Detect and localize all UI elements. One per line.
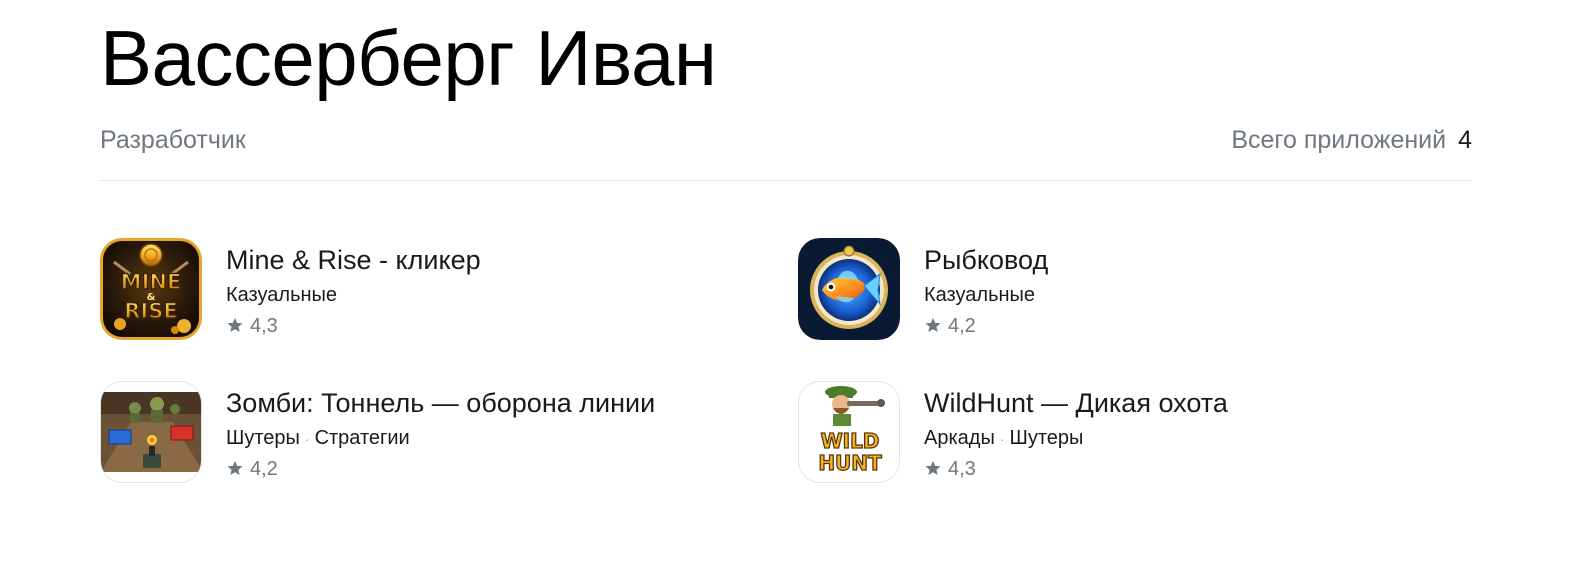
app-tags: Казуальные xyxy=(924,282,1035,308)
rating-value: 4,2 xyxy=(250,458,278,480)
wildhunt-icon-text-bottom: HUNT xyxy=(818,451,882,475)
tag-separator: · xyxy=(304,431,310,447)
total-apps: Всего приложений 4 xyxy=(1231,120,1472,160)
developer-meta: Разработчик Всего приложений 4 xyxy=(100,120,1472,160)
star-icon xyxy=(925,317,941,333)
app-tag: Шутеры xyxy=(226,427,300,449)
wildhunt-icon-text-top: WILD xyxy=(821,429,880,453)
tag-separator: · xyxy=(999,431,1005,447)
app-card-rybkovod[interactable]: Рыбковод Казуальные 4,2 xyxy=(798,238,1438,342)
mine-rise-icon-text-bottom: RISE xyxy=(124,299,177,323)
app-card-zombie-tunnel[interactable]: Зомби: Тоннель — оборона линии Шутеры · Ст… xyxy=(100,381,740,485)
star-icon xyxy=(925,460,941,476)
app-tag: Казуальные xyxy=(226,284,338,306)
app-tags: Казуальные xyxy=(226,282,337,308)
app-rating: 4,3 xyxy=(924,456,976,482)
app-rating: 4,3 xyxy=(226,313,278,339)
app-title: Рыбковод xyxy=(924,245,1049,275)
app-tag: Казуальные xyxy=(924,284,1036,306)
developer-role: Разработчик xyxy=(100,126,246,154)
rating-value: 4,3 xyxy=(948,458,976,480)
total-apps-count: 4 xyxy=(1458,126,1472,154)
app-title: Mine & Rise - кликер xyxy=(226,245,481,275)
zombie-tunnel-icon xyxy=(100,381,202,483)
app-rating: 4,2 xyxy=(924,313,976,339)
app-tags: Аркады · Шутеры xyxy=(924,425,1083,452)
app-rating: 4,2 xyxy=(226,456,278,482)
mine-rise-icon-text-top: MINE xyxy=(121,270,182,294)
mine-rise-icon: MINE & RISE xyxy=(100,238,202,340)
app-title: Зомби: Тоннель — оборона линии xyxy=(226,388,656,418)
app-card-mine-rise[interactable]: MINE & RISE Mine & Rise - кликер Казуаль… xyxy=(100,238,740,342)
star-icon xyxy=(227,317,243,333)
wildhunt-icon: WILD HUNT xyxy=(798,381,900,483)
divider xyxy=(100,180,1472,181)
app-tag: Аркады xyxy=(924,427,995,449)
app-tag: Шутеры xyxy=(1009,427,1084,449)
total-apps-label: Всего приложений xyxy=(1231,126,1447,154)
rating-value: 4,2 xyxy=(948,315,976,337)
star-icon xyxy=(227,460,243,476)
developer-name: Вассерберг Иван xyxy=(100,14,717,102)
app-tag: Стратегии xyxy=(314,427,410,449)
rating-value: 4,3 xyxy=(250,315,278,337)
app-title: WildHunt — Дикая охота xyxy=(924,388,1228,418)
app-card-wildhunt[interactable]: WILD HUNT WildHunt — Дикая охота Аркады ·… xyxy=(798,381,1438,485)
app-tags: Шутеры · Стратегии xyxy=(226,425,410,452)
fish-icon xyxy=(798,238,900,340)
